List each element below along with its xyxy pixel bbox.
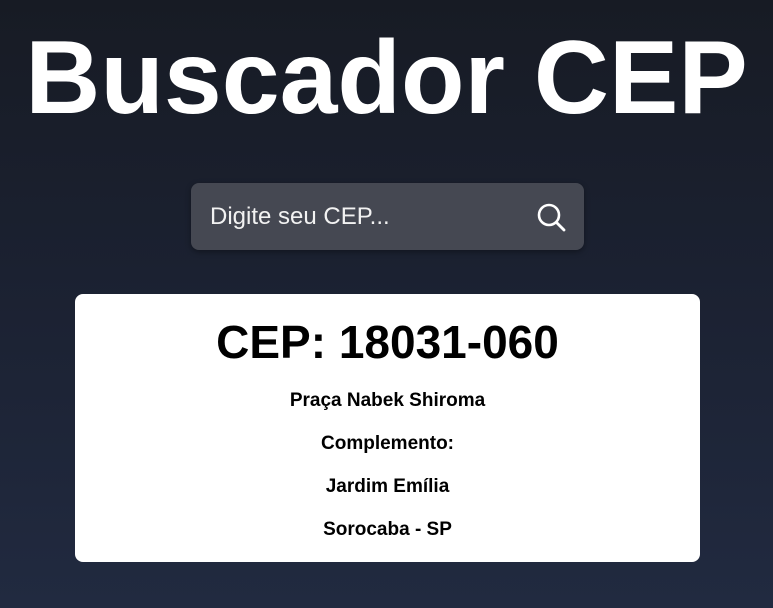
street-text: Praça Nabek Shiroma [289, 390, 486, 411]
city-state-text: Sorocaba - SP [323, 519, 452, 540]
search-box [191, 183, 584, 250]
page-title: Buscador CEP [25, 20, 748, 136]
cep-search-input[interactable] [191, 183, 521, 250]
complement-text: Complemento: [321, 433, 454, 454]
cep-heading: CEP: 18031-060 [216, 316, 559, 368]
neighborhood-text: Jardim Emília [325, 476, 450, 497]
search-icon [537, 203, 566, 232]
cep-result-card: CEP: 18031-060 Praça Nabek Shiroma Compl… [75, 294, 700, 562]
search-button[interactable] [534, 200, 568, 234]
